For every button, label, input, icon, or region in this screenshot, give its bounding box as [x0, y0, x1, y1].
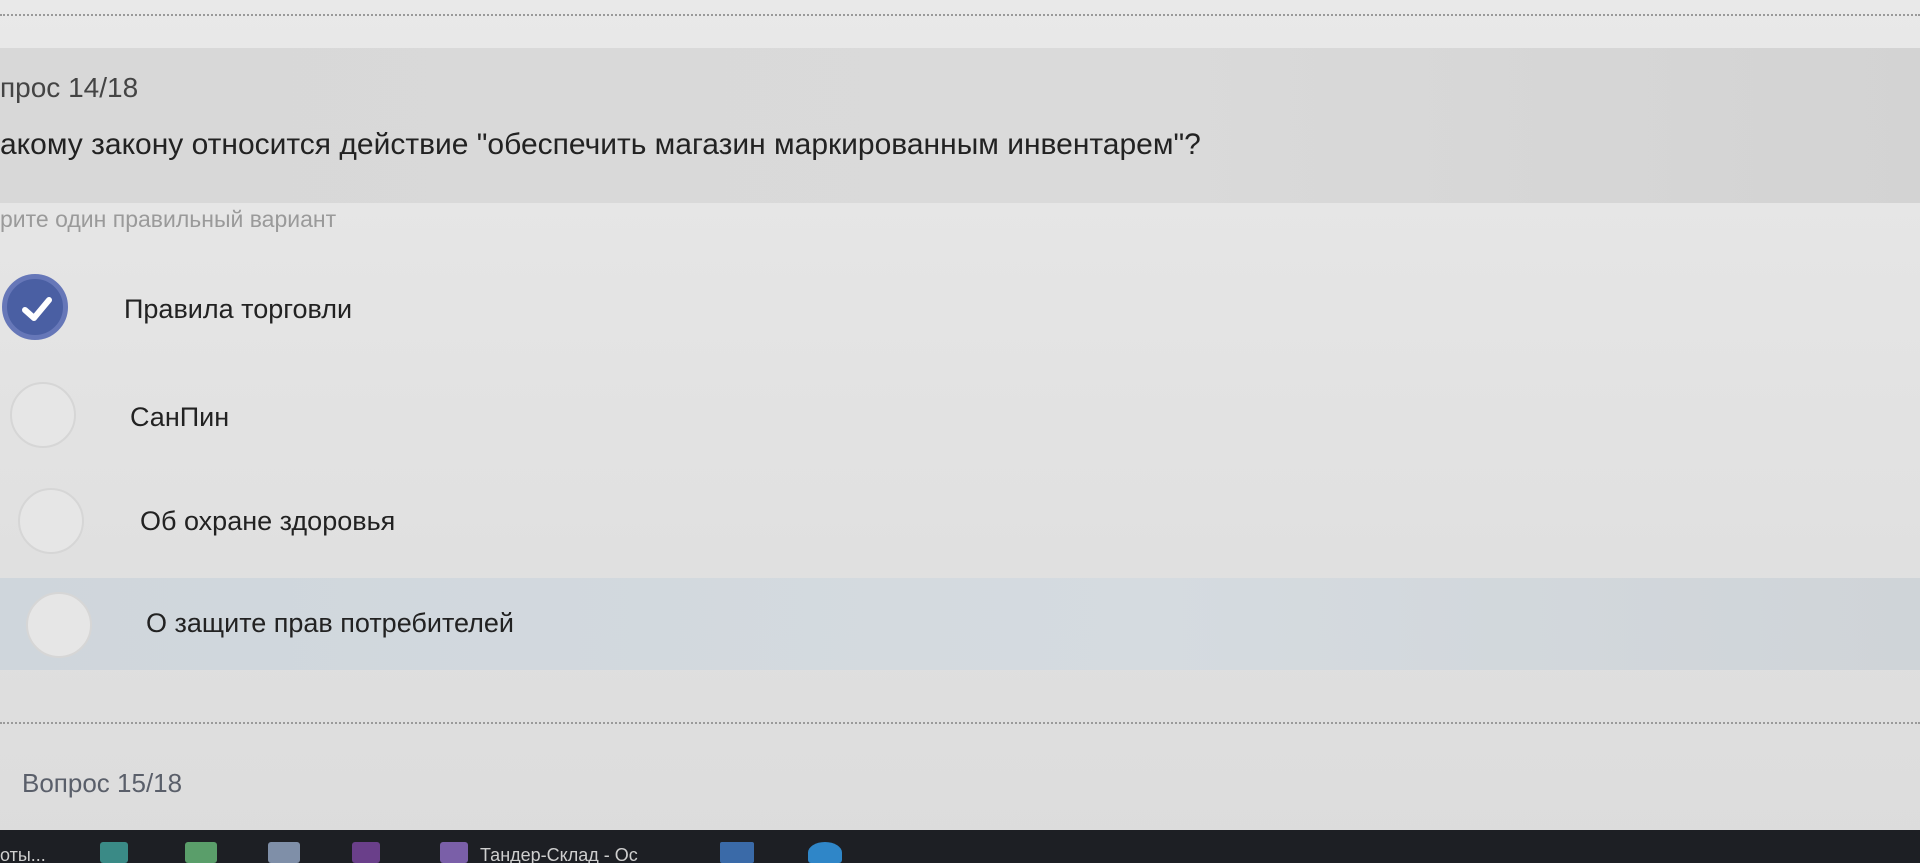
app-icon[interactable] [808, 842, 842, 863]
answer-option-3[interactable]: Об охране здоровья [0, 476, 1920, 566]
radio-icon[interactable] [26, 592, 92, 658]
app-icon[interactable] [440, 842, 468, 863]
answer-option-label: Об охране здоровья [140, 506, 396, 536]
calculator-icon[interactable] [720, 842, 754, 863]
answer-option-label: Правила торговли [124, 294, 353, 324]
answer-option-4[interactable]: О защите прав потребителей [0, 578, 1920, 670]
taskbar: оты... Тандер-Склад - Ос [0, 830, 1920, 863]
answer-option-label: О защите прав потребителей [146, 608, 514, 638]
radio-icon[interactable] [10, 382, 76, 448]
question-text: акому закону относится действие "обеспеч… [0, 128, 1201, 161]
instruction-text: рите один правильный вариант [0, 206, 337, 232]
taskbar-window-title[interactable]: Тандер-Склад - Ос [480, 845, 638, 863]
checkmark-icon [22, 297, 52, 321]
answer-option-1[interactable]: Правила торговли [0, 262, 1920, 352]
separator-top [0, 14, 1920, 16]
separator-bottom [0, 722, 1920, 724]
question-number: прос 14/18 [0, 72, 139, 103]
answer-option-label: СанПин [130, 402, 230, 432]
app-icon[interactable] [100, 842, 128, 863]
next-question-number: Вопрос 15/18 [22, 768, 183, 798]
app-icon[interactable] [185, 842, 217, 863]
answer-option-2[interactable]: СанПин [0, 372, 1920, 462]
taskbar-item-label[interactable]: оты... [0, 845, 46, 863]
quiz-page: прос 14/18 акому закону относится действ… [0, 0, 1920, 863]
radio-icon[interactable] [18, 488, 84, 554]
question-header [0, 48, 1920, 203]
app-icon[interactable] [352, 842, 380, 863]
radio-checked-icon[interactable] [2, 274, 68, 340]
app-icon[interactable] [268, 842, 300, 863]
